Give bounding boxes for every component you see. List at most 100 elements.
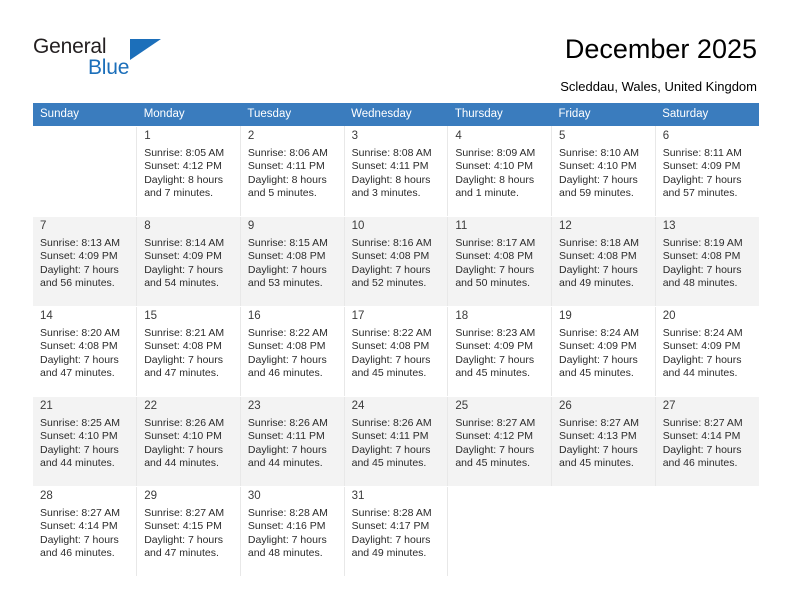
calendar-week-row: 7 Sunrise: 8:13 AM Sunset: 4:09 PM Dayli…	[33, 216, 759, 307]
day-sun-info: Sunrise: 8:10 AM Sunset: 4:10 PM Dayligh…	[559, 147, 639, 200]
day-number: 31	[351, 490, 365, 502]
calendar-day-cell[interactable]: 25 Sunrise: 8:27 AM Sunset: 4:12 PM Dayl…	[447, 396, 553, 487]
day-sun-info: Sunrise: 8:28 AM Sunset: 4:17 PM Dayligh…	[351, 507, 432, 560]
day-number: 25	[455, 400, 469, 412]
day-number: 7	[40, 220, 47, 232]
day-number: 13	[662, 220, 676, 232]
day-number: 11	[455, 220, 468, 232]
calendar-day-cell[interactable]: 30 Sunrise: 8:28 AM Sunset: 4:16 PM Dayl…	[239, 486, 345, 577]
calendar-weekday-header: Sunday Monday Tuesday Wednesday Thursday…	[33, 103, 759, 127]
calendar-day-cell[interactable]: 5 Sunrise: 8:10 AM Sunset: 4:10 PM Dayli…	[551, 126, 656, 217]
day-sun-info: Sunrise: 8:13 AM Sunset: 4:09 PM Dayligh…	[40, 237, 120, 290]
page-title: December 2025	[564, 34, 757, 64]
calendar-week-row: 28 Sunrise: 8:27 AM Sunset: 4:14 PM Dayl…	[33, 486, 759, 577]
day-sun-info: Sunrise: 8:22 AM Sunset: 4:08 PM Dayligh…	[351, 327, 432, 380]
calendar-day-cell[interactable]: 2 Sunrise: 8:06 AM Sunset: 4:11 PM Dayli…	[239, 126, 345, 217]
day-number: 19	[559, 310, 572, 322]
day-number: 6	[662, 130, 670, 142]
calendar-day-cell[interactable]: 26 Sunrise: 8:27 AM Sunset: 4:13 PM Dayl…	[551, 396, 656, 487]
day-sun-info: Sunrise: 8:23 AM Sunset: 4:09 PM Dayligh…	[455, 327, 536, 380]
logo-text-blue: Blue	[88, 56, 130, 79]
day-sun-info: Sunrise: 8:16 AM Sunset: 4:08 PM Dayligh…	[351, 237, 432, 290]
day-sun-info: Sunrise: 8:24 AM Sunset: 4:09 PM Dayligh…	[662, 327, 743, 380]
day-sun-info: Sunrise: 8:27 AM Sunset: 4:12 PM Dayligh…	[455, 417, 536, 470]
day-number: 12	[559, 220, 572, 232]
day-number: 22	[144, 400, 157, 412]
day-number: 26	[559, 400, 572, 412]
day-sun-info: Sunrise: 8:26 AM Sunset: 4:10 PM Dayligh…	[144, 417, 225, 470]
calendar-day-cell[interactable]: 14 Sunrise: 8:20 AM Sunset: 4:08 PM Dayl…	[33, 306, 138, 397]
day-sun-info: Sunrise: 8:18 AM Sunset: 4:08 PM Dayligh…	[559, 237, 639, 290]
weekday-header-monday: Monday	[136, 103, 241, 127]
location-subtitle: Scleddau, Wales, United Kingdom	[560, 79, 757, 94]
day-sun-info: Sunrise: 8:26 AM Sunset: 4:11 PM Dayligh…	[247, 417, 328, 470]
calendar-day-cell[interactable]: 3 Sunrise: 8:08 AM Sunset: 4:11 PM Dayli…	[343, 126, 449, 217]
day-sun-info: Sunrise: 8:20 AM Sunset: 4:08 PM Dayligh…	[40, 327, 120, 380]
sunrise-sunset-calendar: Sunday Monday Tuesday Wednesday Thursday…	[33, 103, 759, 577]
day-number: 3	[351, 130, 359, 142]
day-number: 21	[40, 400, 53, 412]
calendar-day-cell[interactable]: 20 Sunrise: 8:24 AM Sunset: 4:09 PM Dayl…	[654, 306, 759, 397]
weekday-header-sunday: Sunday	[33, 103, 137, 127]
calendar-day-cell[interactable]: 13 Sunrise: 8:19 AM Sunset: 4:08 PM Dayl…	[654, 216, 759, 307]
day-number: 30	[247, 490, 261, 502]
weekday-header-saturday: Saturday	[655, 103, 759, 127]
day-number: 2	[247, 130, 255, 142]
day-sun-info: Sunrise: 8:28 AM Sunset: 4:16 PM Dayligh…	[247, 507, 328, 560]
calendar-day-cell-empty	[33, 126, 137, 217]
day-number: 24	[351, 400, 365, 412]
day-sun-info: Sunrise: 8:24 AM Sunset: 4:09 PM Dayligh…	[559, 327, 639, 380]
day-sun-info: Sunrise: 8:09 AM Sunset: 4:10 PM Dayligh…	[455, 147, 536, 200]
calendar-week-row: 14 Sunrise: 8:20 AM Sunset: 4:08 PM Dayl…	[33, 306, 759, 397]
day-number: 29	[144, 490, 157, 502]
calendar-day-cell[interactable]: 9 Sunrise: 8:15 AM Sunset: 4:08 PM Dayli…	[239, 216, 345, 307]
calendar-body: 1 Sunrise: 8:05 AM Sunset: 4:12 PM Dayli…	[33, 126, 759, 577]
calendar-day-cell[interactable]: 6 Sunrise: 8:11 AM Sunset: 4:09 PM Dayli…	[654, 126, 759, 217]
calendar-day-cell[interactable]: 21 Sunrise: 8:25 AM Sunset: 4:10 PM Dayl…	[33, 396, 138, 487]
calendar-day-cell[interactable]: 11 Sunrise: 8:17 AM Sunset: 4:08 PM Dayl…	[447, 216, 553, 307]
day-number: 8	[144, 220, 151, 232]
calendar-day-cell[interactable]: 7 Sunrise: 8:13 AM Sunset: 4:09 PM Dayli…	[33, 216, 138, 307]
calendar-day-cell[interactable]: 28 Sunrise: 8:27 AM Sunset: 4:14 PM Dayl…	[33, 486, 138, 577]
day-number: 9	[247, 220, 255, 232]
calendar-day-cell[interactable]: 29 Sunrise: 8:27 AM Sunset: 4:15 PM Dayl…	[136, 486, 241, 577]
calendar-day-cell[interactable]: 12 Sunrise: 8:18 AM Sunset: 4:08 PM Dayl…	[551, 216, 656, 307]
calendar-day-cell[interactable]: 24 Sunrise: 8:26 AM Sunset: 4:11 PM Dayl…	[343, 396, 449, 487]
calendar-day-cell[interactable]: 23 Sunrise: 8:26 AM Sunset: 4:11 PM Dayl…	[239, 396, 345, 487]
calendar-day-cell[interactable]: 31 Sunrise: 8:28 AM Sunset: 4:17 PM Dayl…	[343, 486, 449, 577]
calendar-day-cell[interactable]: 15 Sunrise: 8:21 AM Sunset: 4:08 PM Dayl…	[136, 306, 241, 397]
calendar-day-cell[interactable]: 17 Sunrise: 8:22 AM Sunset: 4:08 PM Dayl…	[343, 306, 449, 397]
day-number: 17	[351, 310, 365, 322]
logo-text-general: General	[33, 35, 107, 58]
weekday-header-row: Sunday Monday Tuesday Wednesday Thursday…	[33, 103, 759, 127]
day-number: 20	[662, 310, 676, 322]
calendar-day-cell[interactable]: 27 Sunrise: 8:27 AM Sunset: 4:14 PM Dayl…	[654, 396, 759, 487]
calendar-day-cell[interactable]: 4 Sunrise: 8:09 AM Sunset: 4:10 PM Dayli…	[447, 126, 553, 217]
day-number: 14	[40, 310, 53, 322]
calendar-day-cell[interactable]: 19 Sunrise: 8:24 AM Sunset: 4:09 PM Dayl…	[551, 306, 656, 397]
calendar-week-row: 21 Sunrise: 8:25 AM Sunset: 4:10 PM Dayl…	[33, 396, 759, 487]
general-blue-logo[interactable]: General Blue	[33, 36, 213, 84]
calendar-day-cell[interactable]: 1 Sunrise: 8:05 AM Sunset: 4:12 PM Dayli…	[136, 126, 241, 217]
day-sun-info: Sunrise: 8:17 AM Sunset: 4:08 PM Dayligh…	[455, 237, 536, 290]
day-sun-info: Sunrise: 8:19 AM Sunset: 4:08 PM Dayligh…	[662, 237, 743, 290]
calendar-day-cell[interactable]: 22 Sunrise: 8:26 AM Sunset: 4:10 PM Dayl…	[136, 396, 241, 487]
day-sun-info: Sunrise: 8:27 AM Sunset: 4:15 PM Dayligh…	[144, 507, 225, 560]
day-sun-info: Sunrise: 8:06 AM Sunset: 4:11 PM Dayligh…	[247, 147, 328, 200]
day-number: 4	[455, 130, 462, 142]
day-sun-info: Sunrise: 8:08 AM Sunset: 4:11 PM Dayligh…	[351, 147, 432, 200]
calendar-day-cell[interactable]: 8 Sunrise: 8:14 AM Sunset: 4:09 PM Dayli…	[136, 216, 241, 307]
calendar-day-cell-empty	[447, 486, 552, 577]
calendar-day-cell[interactable]: 18 Sunrise: 8:23 AM Sunset: 4:09 PM Dayl…	[447, 306, 553, 397]
calendar-day-cell[interactable]: 10 Sunrise: 8:16 AM Sunset: 4:08 PM Dayl…	[343, 216, 449, 307]
day-sun-info: Sunrise: 8:21 AM Sunset: 4:08 PM Dayligh…	[144, 327, 225, 380]
weekday-header-thursday: Thursday	[447, 103, 552, 127]
calendar-page: General Blue December 2025 Scleddau, Wal…	[0, 0, 792, 612]
calendar-day-cell[interactable]: 16 Sunrise: 8:22 AM Sunset: 4:08 PM Dayl…	[239, 306, 345, 397]
day-sun-info: Sunrise: 8:14 AM Sunset: 4:09 PM Dayligh…	[144, 237, 225, 290]
calendar-day-cell-empty	[655, 486, 759, 577]
day-sun-info: Sunrise: 8:05 AM Sunset: 4:12 PM Dayligh…	[144, 147, 225, 200]
page-header: General Blue December 2025 Scleddau, Wal…	[0, 0, 792, 96]
day-number: 23	[247, 400, 261, 412]
day-sun-info: Sunrise: 8:11 AM Sunset: 4:09 PM Dayligh…	[662, 147, 742, 200]
